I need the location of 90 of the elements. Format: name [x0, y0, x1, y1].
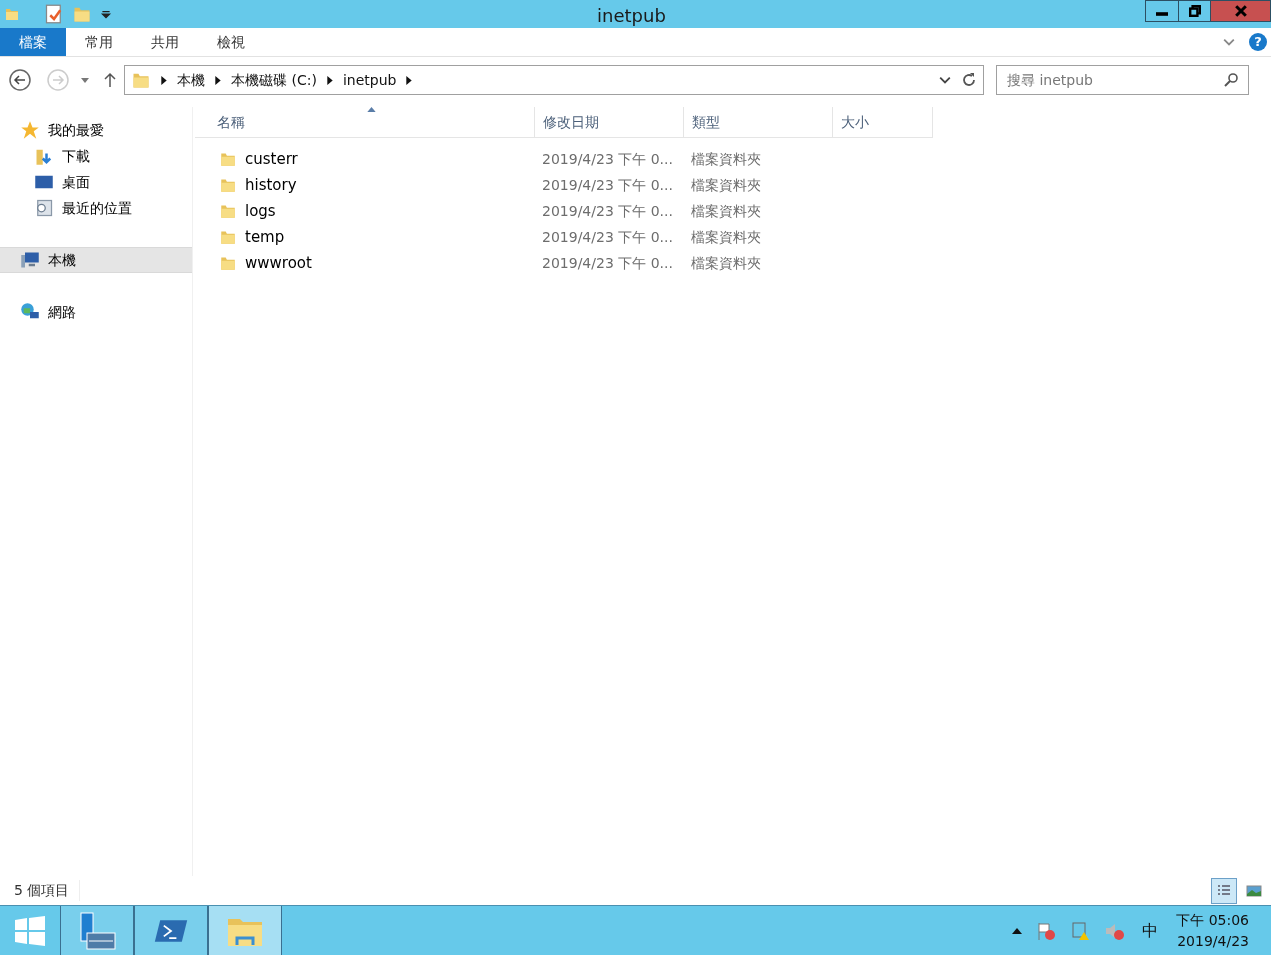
nav-label: 桌面: [62, 172, 90, 192]
file-row[interactable]: wwwroot 2019/4/23 下午 0... 檔案資料夾: [195, 250, 1271, 276]
folder-icon: [219, 176, 237, 194]
file-name: history: [245, 174, 297, 196]
nav-label: 網路: [48, 302, 76, 322]
date-cell-text: 2019/4/23 下午 0...: [541, 227, 674, 247]
ribbon-tab[interactable]: 檢視: [198, 28, 264, 56]
breadcrumb[interactable]: 本機: [177, 69, 205, 91]
date-cell-text: 2019/4/23 下午 0...: [541, 253, 674, 273]
nav-item[interactable]: 下載: [0, 143, 192, 169]
refresh-icon[interactable]: [961, 72, 977, 88]
recent-places-icon: [34, 198, 54, 218]
breadcrumb-arrow-icon[interactable]: [215, 75, 221, 85]
type-cell-text: 檔案資料夾: [690, 175, 762, 195]
search-field[interactable]: 搜尋 inetpub: [996, 65, 1249, 95]
nav-label: 本機: [48, 250, 76, 270]
breadcrumb[interactable]: 本機磁碟 (C:): [231, 69, 317, 91]
customize-dropdown-icon[interactable]: [100, 8, 112, 20]
column-label: 類型: [692, 112, 720, 132]
flag-error-icon[interactable]: [1036, 920, 1057, 941]
type-cell-text: 檔案資料夾: [690, 227, 762, 247]
back-icon[interactable]: [8, 68, 32, 92]
type-cell-text: 檔案資料夾: [690, 201, 762, 221]
file-name: custerr: [245, 148, 298, 170]
nav-label: 我的最愛: [48, 120, 104, 140]
file-row[interactable]: temp 2019/4/23 下午 0... 檔案資料夾: [195, 224, 1271, 250]
breadcrumb-arrow-icon[interactable]: [161, 75, 167, 85]
column-header[interactable]: 類型: [684, 107, 833, 138]
column-label: 修改日期: [543, 112, 599, 132]
window-title: inetpub: [597, 4, 666, 28]
up-arrow-icon[interactable]: [102, 72, 118, 88]
address-dropdown-icon[interactable]: [939, 74, 951, 86]
folder-icon: [219, 150, 237, 168]
expand-ribbon-icon[interactable]: [1223, 36, 1235, 48]
column-label: 名稱: [217, 112, 245, 132]
taskbar-button[interactable]: [60, 906, 134, 955]
column-header[interactable]: 修改日期: [535, 107, 684, 138]
windows-logo-icon: [14, 914, 46, 947]
clock[interactable]: 下午 05:06 2019/4/23: [1176, 909, 1249, 952]
column-header[interactable]: 名稱: [195, 107, 535, 138]
nav-item[interactable]: 網路: [0, 299, 192, 325]
ribbon-tab[interactable]: 常用: [66, 28, 132, 56]
address-bar[interactable]: 本機 本機磁碟 (C:) inetpub: [124, 65, 984, 95]
star-icon: [20, 120, 40, 140]
folder-icon: [219, 202, 237, 220]
date-cell-text: 2019/4/23 下午 0...: [541, 175, 674, 195]
help-button[interactable]: ?: [1249, 33, 1267, 51]
file-name: logs: [245, 200, 276, 222]
picture-icon: [1246, 882, 1262, 899]
nav-item[interactable]: 最近的位置: [0, 195, 192, 221]
nav-item[interactable]: 本機: [0, 247, 192, 273]
ribbon-tab[interactable]: 共用: [132, 28, 198, 56]
taskbar-button[interactable]: [208, 906, 282, 955]
file-row[interactable]: history 2019/4/23 下午 0... 檔案資料夾: [195, 172, 1271, 198]
minimize-icon: [1156, 12, 1168, 16]
file-row[interactable]: logs 2019/4/23 下午 0... 檔案資料夾: [195, 198, 1271, 224]
date-cell-text: 2019/4/23 下午 0...: [541, 201, 674, 221]
column-header[interactable]: 大小: [833, 107, 933, 138]
breadcrumb-arrow-icon[interactable]: [406, 75, 413, 85]
restore-icon: [1188, 5, 1201, 17]
item-count: 5 個項目: [14, 880, 81, 901]
search-icon[interactable]: [1223, 72, 1239, 88]
column-label: 大小: [841, 112, 869, 132]
type-cell-text: 檔案資料夾: [690, 149, 762, 169]
breadcrumb[interactable]: inetpub: [342, 69, 397, 91]
recent-dropdown-icon[interactable]: [80, 75, 90, 85]
file-name: temp: [245, 226, 285, 248]
nav-label: 下載: [62, 146, 90, 166]
nav-item[interactable]: 桌面: [0, 169, 192, 195]
input-method-indicator[interactable]: 中: [1138, 918, 1163, 943]
properties-icon[interactable]: [44, 4, 64, 24]
restore-button[interactable]: [1179, 0, 1211, 22]
folder-icon: [219, 228, 237, 246]
ribbon-tab[interactable]: 檔案: [0, 28, 66, 56]
close-button[interactable]: [1211, 0, 1271, 22]
taskbar-button[interactable]: [134, 906, 208, 955]
folder-icon: [219, 254, 237, 272]
details-view-button[interactable]: [1211, 877, 1237, 904]
minimize-button[interactable]: [1145, 0, 1179, 22]
date-cell-text: 2019/4/23 下午 0...: [541, 149, 674, 169]
breadcrumb-arrow-icon[interactable]: [326, 75, 333, 85]
file-name: wwwroot: [245, 252, 312, 274]
computer-icon: [20, 250, 40, 270]
show-hidden-icons-icon[interactable]: [1012, 927, 1023, 934]
nav-label: 最近的位置: [62, 198, 132, 218]
file-row[interactable]: custerr 2019/4/23 下午 0... 檔案資料夾: [195, 146, 1271, 172]
type-cell-text: 檔案資料夾: [690, 253, 762, 273]
server-toolbox-icon: [77, 910, 117, 951]
close-icon: [1234, 5, 1247, 17]
nav-item[interactable]: 我的最愛: [0, 117, 192, 143]
